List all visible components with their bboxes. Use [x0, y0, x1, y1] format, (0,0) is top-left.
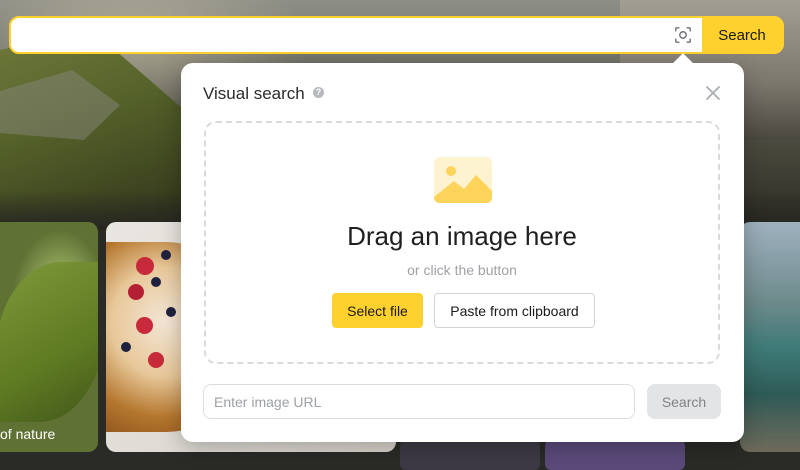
select-file-button[interactable]: Select file	[332, 293, 423, 328]
berry	[136, 317, 153, 334]
leaf-image	[0, 262, 98, 422]
berry	[121, 342, 131, 352]
gallery-tile[interactable]	[545, 440, 685, 470]
berry	[136, 257, 154, 275]
gallery-tile-caption: of nature	[0, 426, 56, 442]
berry	[161, 250, 171, 260]
popup-title: Visual search	[203, 84, 305, 103]
image-url-input[interactable]	[203, 384, 635, 419]
search-bar: Search	[9, 16, 784, 54]
gallery-tile-mountain-lake[interactable]	[740, 222, 800, 452]
url-search-button[interactable]: Search	[647, 384, 721, 419]
search-input[interactable]	[11, 18, 695, 52]
search-button[interactable]: Search	[702, 18, 782, 52]
berry	[166, 307, 176, 317]
berry	[151, 277, 161, 287]
camera-lens-icon[interactable]	[674, 26, 692, 44]
gallery-tile[interactable]	[400, 440, 540, 470]
close-icon[interactable]	[703, 83, 723, 103]
visual-search-popup: Visual search ? Drag an image here or cl…	[181, 53, 744, 442]
image-placeholder-icon	[434, 157, 492, 203]
image-dropzone[interactable]: Drag an image here or click the button S…	[204, 121, 720, 364]
berry	[128, 284, 144, 300]
berry	[148, 352, 164, 368]
drag-subtext: or click the button	[407, 262, 517, 278]
drag-heading: Drag an image here	[347, 221, 577, 251]
paste-from-clipboard-button[interactable]: Paste from clipboard	[434, 293, 595, 328]
gallery-tile-nature[interactable]: of nature	[0, 222, 98, 452]
question-icon[interactable]: ?	[313, 87, 324, 98]
